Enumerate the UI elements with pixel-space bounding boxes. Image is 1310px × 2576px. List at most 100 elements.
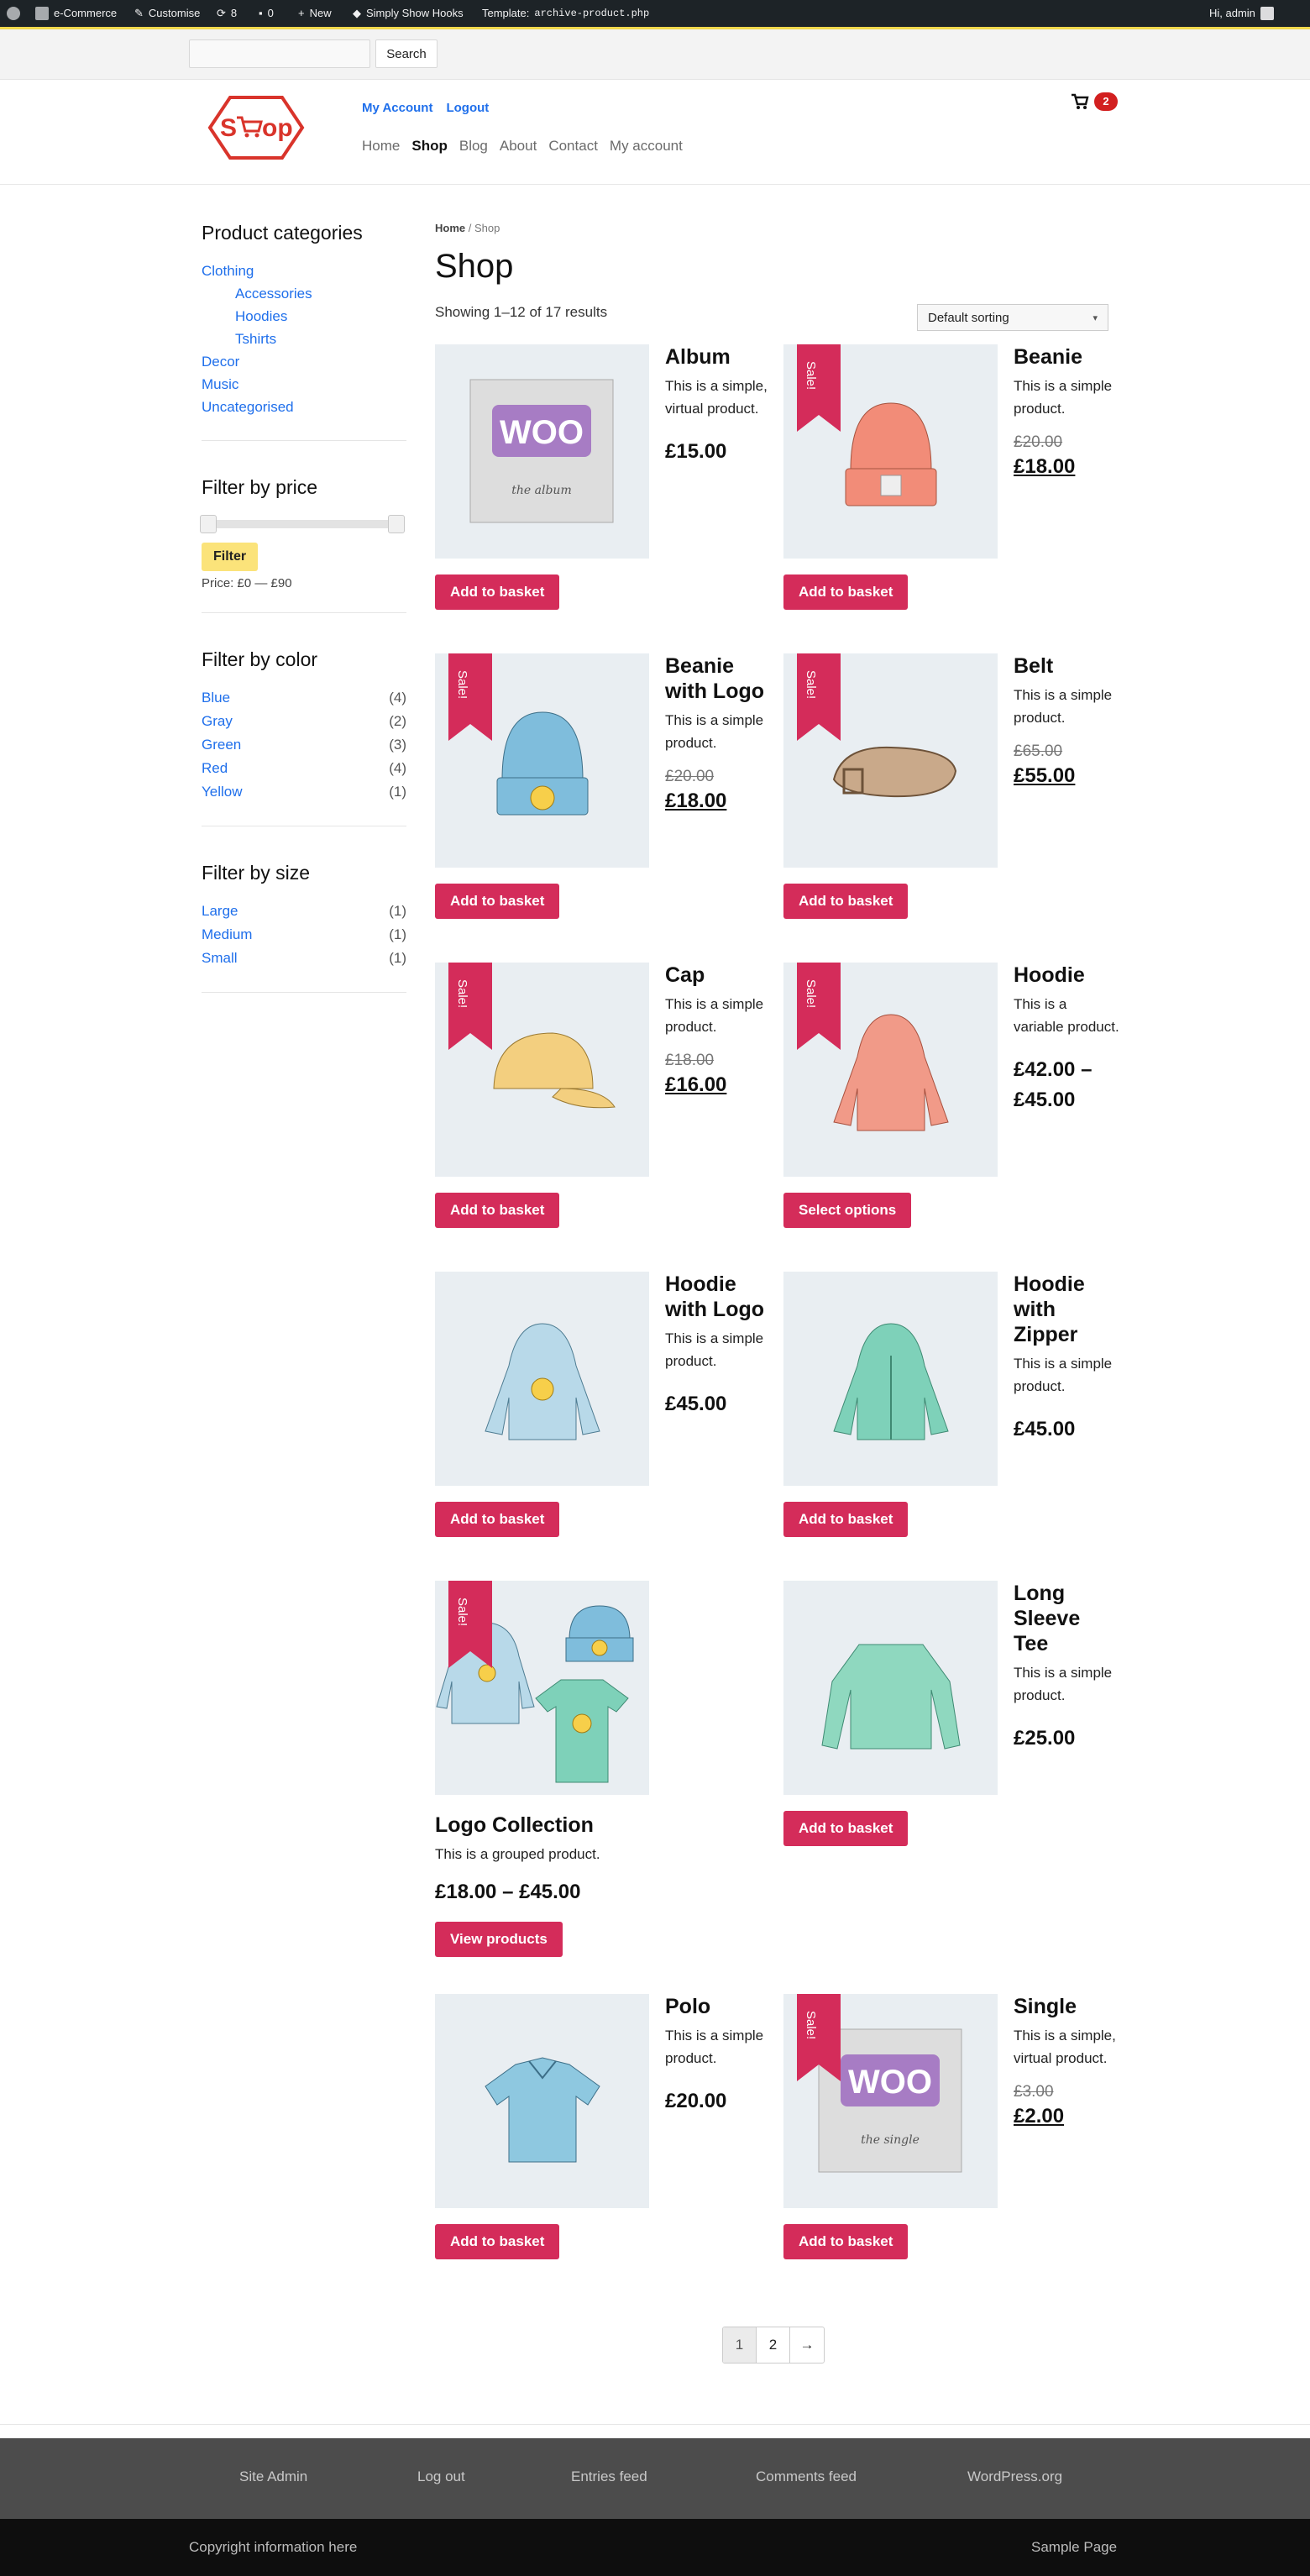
admin-hooks[interactable]: ◆ Simply Show Hooks (353, 0, 464, 27)
color-blue-link[interactable]: Blue (202, 686, 230, 710)
product-title[interactable]: Hoodie with Zipper (1014, 1272, 1119, 1347)
product-info: Hoodie with Logo This is a simple product… (665, 1272, 771, 1419)
product-image[interactable]: Sale! (783, 344, 998, 559)
product-action-button[interactable]: Add to basket (783, 2224, 909, 2259)
nav-blog[interactable]: Blog (459, 138, 488, 155)
footer-wordpress-link[interactable]: WordPress.org (967, 2468, 1062, 2485)
product-title[interactable]: Album (665, 344, 771, 370)
size-filter-item: Large (1) (202, 900, 406, 923)
sample-page-link[interactable]: Sample Page (1031, 2539, 1117, 2556)
product-action-button[interactable]: Add to basket (783, 1811, 909, 1846)
shop-logo[interactable]: S op (207, 94, 306, 161)
product-title[interactable]: Beanie with Logo (665, 653, 771, 704)
admin-comments[interactable]: ▪ 0 (259, 0, 274, 27)
filter-count: (1) (389, 784, 406, 800)
product-title[interactable]: Hoodie (1014, 963, 1119, 988)
product-description: This is a simple product. (665, 996, 764, 1036)
category-accessories[interactable]: Accessories (235, 286, 312, 302)
size-large-link[interactable]: Large (202, 900, 238, 923)
product-image[interactable]: WOO the album (435, 344, 649, 559)
admin-updates[interactable]: ⟳ 8 (217, 0, 237, 27)
category-music[interactable]: Music (202, 376, 238, 392)
logout-link[interactable]: Logout (446, 101, 489, 115)
product-description: This is a simple product. (1014, 687, 1113, 727)
nav-contact[interactable]: Contact (548, 138, 598, 155)
category-tshirts[interactable]: Tshirts (235, 331, 276, 347)
product-action-button[interactable]: Select options (783, 1193, 912, 1228)
product-action-button[interactable]: View products (435, 1922, 563, 1957)
category-clothing[interactable]: Clothing (202, 263, 254, 279)
product-action-button[interactable]: Add to basket (435, 884, 560, 919)
color-gray-link[interactable]: Gray (202, 710, 233, 733)
product-title[interactable]: Long Sleeve Tee (1014, 1581, 1119, 1656)
product-image[interactable]: Sale! (435, 963, 649, 1177)
product-title[interactable]: Belt (1014, 653, 1119, 679)
nav-about[interactable]: About (500, 138, 537, 155)
product-description: This is a variable product. (1014, 996, 1119, 1036)
footer-site-admin-link[interactable]: Site Admin (239, 2468, 307, 2485)
footer-log-out-link[interactable]: Log out (417, 2468, 465, 2485)
admin-customise[interactable]: ✎ Customise (134, 0, 200, 27)
product-title[interactable]: Single (1014, 1994, 1119, 2019)
product-action-button[interactable]: Add to basket (435, 574, 560, 610)
product-image[interactable] (435, 1272, 649, 1486)
nav-my-account[interactable]: My account (610, 138, 683, 155)
page-1-current: 1 (723, 2327, 757, 2363)
category-uncategorised[interactable]: Uncategorised (202, 399, 294, 415)
search-input[interactable] (189, 39, 370, 68)
price-slider-max-handle[interactable] (388, 515, 405, 533)
product-image[interactable] (783, 1272, 998, 1486)
product-image[interactable]: Sale! (435, 1581, 649, 1795)
product-title[interactable]: Polo (665, 1994, 771, 2019)
price-slider-min-handle[interactable] (200, 515, 217, 533)
chevron-down-icon: ▾ (1093, 312, 1098, 323)
breadcrumb-home[interactable]: Home (435, 222, 465, 234)
product-info: Cap This is a simple product. £18.00 £16.00 (665, 963, 771, 1100)
nav-shop[interactable]: Shop (411, 138, 448, 155)
color-yellow-link[interactable]: Yellow (202, 780, 243, 804)
category-decor[interactable]: Decor (202, 354, 239, 370)
cart-button[interactable]: 2 (1071, 92, 1118, 111)
product-image[interactable]: Sale! (435, 653, 649, 868)
page-2-link[interactable]: 2 (757, 2327, 790, 2363)
my-account-link[interactable]: My Account (362, 101, 432, 115)
size-small-link[interactable]: Small (202, 947, 238, 970)
product-action-button[interactable]: Add to basket (783, 574, 909, 610)
color-red-link[interactable]: Red (202, 757, 228, 780)
admin-account[interactable]: Hi, admin (1209, 0, 1274, 27)
product-image[interactable]: WOO the single Sale! (783, 1994, 998, 2208)
product-image[interactable]: Sale! (783, 963, 998, 1177)
next-page-arrow-icon[interactable]: → (790, 2327, 824, 2363)
product-action-button[interactable]: Add to basket (435, 1193, 560, 1228)
category-item: Music (202, 373, 406, 396)
footer-entries-feed-link[interactable]: Entries feed (571, 2468, 647, 2485)
sort-select[interactable]: Default sorting ▾ (917, 304, 1108, 331)
product-title[interactable]: Beanie (1014, 344, 1119, 370)
search-button[interactable]: Search (375, 39, 438, 68)
footer-divider (0, 2424, 1310, 2425)
product-image[interactable] (783, 1581, 998, 1795)
product-action-button[interactable]: Add to basket (783, 884, 909, 919)
product-action-button[interactable]: Add to basket (435, 2224, 560, 2259)
product-title[interactable]: Cap (665, 963, 771, 988)
color-green-link[interactable]: Green (202, 733, 241, 757)
wordpress-logo-icon[interactable] (7, 0, 20, 27)
product-title[interactable]: Hoodie with Logo (665, 1272, 771, 1322)
footer-comments-feed-link[interactable]: Comments feed (756, 2468, 857, 2485)
product-title[interactable]: Logo Collection (435, 1813, 771, 1838)
product-image[interactable]: Sale! (783, 653, 998, 868)
category-hoodies[interactable]: Hoodies (235, 308, 287, 324)
product-image[interactable] (435, 1994, 649, 2208)
admin-site-name[interactable]: e-Commerce (35, 0, 117, 27)
filter-button[interactable]: Filter (202, 543, 259, 571)
new-label: New (309, 7, 332, 19)
product-info: Polo This is a simple product. £20.00 (665, 1994, 771, 2117)
product-action-button[interactable]: Add to basket (783, 1502, 909, 1537)
product-info: Beanie with Logo This is a simple product… (665, 653, 771, 816)
price-slider[interactable] (200, 514, 405, 533)
nav-home[interactable]: Home (362, 138, 400, 155)
product-sale-price: £2.00 (1014, 2105, 1065, 2128)
admin-new[interactable]: + New (298, 0, 332, 27)
size-medium-link[interactable]: Medium (202, 923, 252, 947)
product-action-button[interactable]: Add to basket (435, 1502, 560, 1537)
